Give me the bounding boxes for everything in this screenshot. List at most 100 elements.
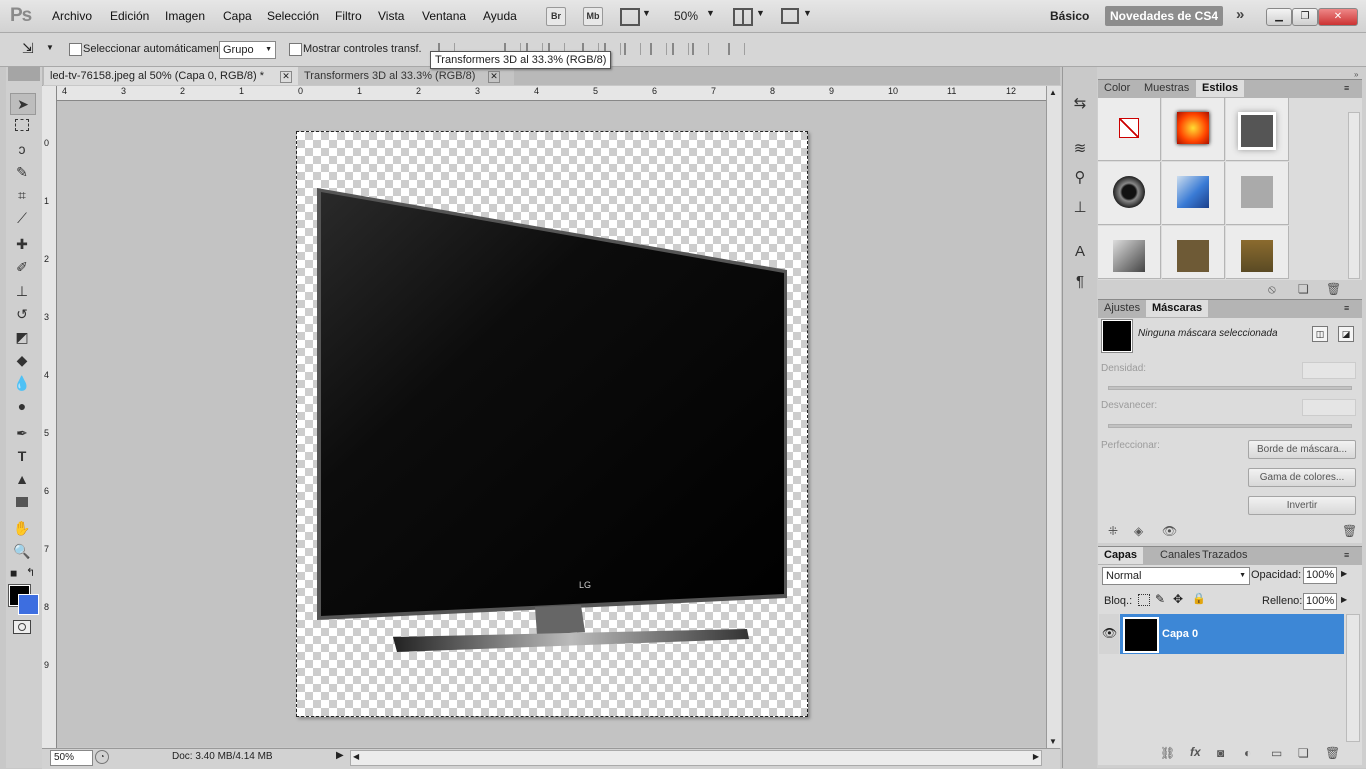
ruler-vertical[interactable]: 0 1 2 3 4 5 6 7 8 9 [42,86,57,748]
menu-capa[interactable]: Capa [223,9,252,23]
swap-colors-icon[interactable]: ↰ [26,566,35,579]
tool-presets-panel-icon[interactable]: ⊥ [1070,198,1090,218]
mask-edge-button[interactable]: Borde de máscara... [1248,440,1356,459]
tab-capas[interactable]: Capas [1098,547,1144,564]
close-window-button[interactable]: ✕ [1318,8,1358,26]
blur-tool-icon[interactable]: 💧 [10,373,34,393]
layer-name[interactable]: Capa 0 [1162,628,1198,640]
tab-transformers[interactable]: Transformers 3D al 33.3% (RGB/8) [298,67,514,85]
screen-mode-icon[interactable] [781,8,799,24]
zoom-tool-icon[interactable]: 🔍 [10,541,34,561]
workspace-cs4[interactable]: Novedades de CS4 [1105,6,1223,26]
document-canvas[interactable]: LG [296,131,808,717]
fill-input[interactable]: 100% [1303,593,1337,610]
tab-muestras[interactable]: Muestras [1138,80,1195,97]
chevron-down-icon[interactable]: ▼ [642,8,651,18]
eyedropper-tool-icon[interactable]: ⟋ [10,208,34,228]
healing-brush-tool-icon[interactable]: ✚ [10,234,34,254]
add-pixel-mask-icon[interactable]: ◫ [1312,326,1328,342]
tab-mascaras[interactable]: Máscaras [1146,300,1209,317]
layers-scrollbar[interactable] [1346,614,1360,742]
crop-tool-icon[interactable]: ⌗ [10,185,34,205]
quick-selection-tool-icon[interactable]: ✎ [10,162,34,182]
clone-stamp-tool-icon[interactable]: ⊥ [10,281,34,301]
character-panel-icon[interactable]: A [1070,242,1090,262]
rectangle-tool-icon[interactable] [10,492,34,512]
menu-vista[interactable]: Vista [378,9,404,23]
menu-edicion[interactable]: Edición [110,9,149,23]
lasso-tool-icon[interactable]: ↄ [10,139,34,159]
pen-tool-icon[interactable]: ✒ [10,423,34,443]
dodge-tool-icon[interactable]: ● [10,396,34,416]
styles-scrollbar[interactable] [1348,112,1360,279]
background-color-swatch[interactable] [18,594,39,615]
add-vector-mask-icon[interactable]: ◪ [1338,326,1354,342]
move-tool-icon[interactable]: ➤ [10,93,36,115]
chevron-down-icon[interactable]: ▼ [46,43,54,52]
style-light-gray[interactable] [1226,162,1289,225]
tab-color[interactable]: Color [1098,80,1136,97]
zoom-level[interactable]: 50% [674,9,698,23]
menu-filtro[interactable]: Filtro [335,9,362,23]
menu-archivo[interactable]: Archivo [52,9,92,23]
layer-style-icon[interactable]: fx [1190,745,1201,759]
scroll-right-icon[interactable]: ▶ [1033,752,1039,761]
add-mask-icon[interactable]: ◙ [1217,746,1224,760]
trash-icon[interactable]: 🗑 [1325,746,1340,760]
view-extras-icon[interactable] [620,8,640,26]
layer-visibility-cell[interactable]: 👁 [1099,614,1119,654]
trash-icon[interactable]: 🗑 [1342,524,1357,538]
fill-arrow-icon[interactable]: ▶ [1341,595,1347,604]
brushes-panel-icon[interactable]: ≋ [1070,139,1090,159]
vertical-scrollbar[interactable]: ▲ ▼ [1046,86,1061,748]
history-panel-icon[interactable]: ⇆ [1070,94,1090,114]
minimize-button[interactable]: ▁ [1266,8,1292,26]
link-layers-icon[interactable]: ⛓ [1160,746,1175,760]
lock-transparency-icon[interactable] [1138,594,1150,606]
style-brushed[interactable] [1098,226,1161,279]
default-colors-icon[interactable]: ◼ [10,568,17,579]
restore-button[interactable]: ❐ [1292,8,1318,26]
lock-all-icon[interactable]: 🔒 [1192,592,1206,605]
bridge-button[interactable]: Br [546,7,566,26]
panel-menu-icon[interactable]: ≡ [1344,303,1349,313]
feather-input[interactable] [1302,399,1356,416]
style-dark-ring[interactable] [1098,162,1161,225]
opacity-input[interactable]: 100% [1303,567,1337,584]
clear-style-icon[interactable]: ⦸ [1268,282,1276,297]
distribute-bottom-icon[interactable] [624,43,641,55]
marquee-tool-icon[interactable] [10,116,34,136]
path-selection-tool-icon[interactable]: ▲ [10,469,34,489]
paragraph-panel-icon[interactable]: ¶ [1070,272,1090,292]
density-input[interactable] [1302,362,1356,379]
zoom-status-input[interactable]: 50% [50,750,93,766]
collapse-panels-icon[interactable]: » [1354,70,1358,79]
opacity-arrow-icon[interactable]: ▶ [1341,569,1347,578]
eye-icon[interactable]: 👁 [1102,626,1117,640]
ruler-horizontal[interactable]: 4 3 2 1 0 1 2 3 4 5 6 7 8 9 10 11 12 [56,86,1046,101]
panel-menu-icon[interactable]: ≡ [1344,83,1349,93]
tab-trazados[interactable]: Trazados [1196,547,1253,564]
status-info-icon[interactable]: ◔ [95,750,109,764]
color-range-button[interactable]: Gama de colores... [1248,468,1356,487]
mini-bridge-button[interactable]: Mb [583,7,603,26]
adjustment-layer-icon[interactable]: ◐ [1244,746,1251,760]
new-style-icon[interactable]: ❏ [1298,282,1309,296]
menu-imagen[interactable]: Imagen [165,9,205,23]
chevron-down-icon[interactable]: ▼ [756,8,765,18]
show-transform-checkbox[interactable] [289,43,302,56]
close-tab-icon[interactable]: ✕ [488,71,500,83]
history-brush-tool-icon[interactable]: ↺ [10,304,34,324]
brush-tool-icon[interactable]: ✐ [10,257,34,277]
close-tab-icon[interactable]: ✕ [280,71,292,83]
menu-seleccion[interactable]: Selección [267,9,319,23]
chevron-down-icon[interactable]: ▼ [803,8,812,18]
auto-select-checkbox[interactable] [69,43,82,56]
panel-menu-icon[interactable]: ≡ [1344,550,1349,560]
type-tool-icon[interactable]: T [10,446,34,466]
hand-tool-icon[interactable]: ✋ [10,518,34,538]
tab-estilos[interactable]: Estilos [1196,80,1245,97]
more-workspaces-icon[interactable]: » [1236,6,1244,23]
apply-mask-icon[interactable]: ◈ [1134,524,1143,538]
tab-led-tv[interactable]: led-tv-76158.jpeg al 50% (Capa 0, RGB/8)… [44,67,302,85]
